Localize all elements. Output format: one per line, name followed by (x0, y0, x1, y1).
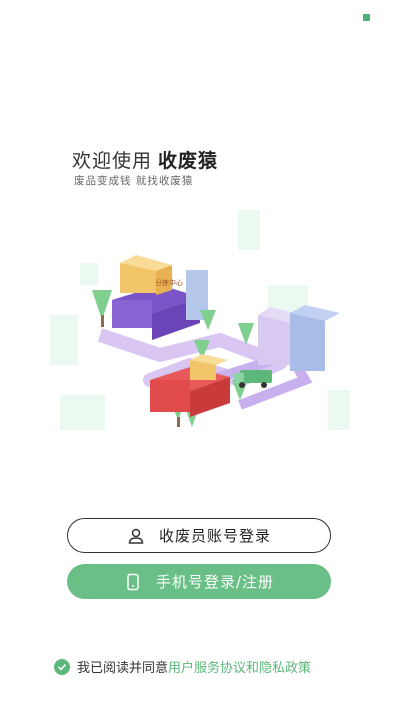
user-icon (127, 527, 145, 545)
agreement-row: 我已阅读并同意 用户服务协议和隐私政策 (54, 657, 311, 676)
agreement-checkbox[interactable] (54, 658, 70, 675)
status-indicator (363, 14, 370, 21)
slogan: 废品变成钱 就找收废猿 (74, 175, 194, 187)
phone-login-button[interactable]: 手机号登录/注册 (67, 564, 331, 599)
agreement-prefix: 我已阅读并同意 (77, 661, 169, 676)
agreement-link[interactable]: 用户服务协议和隐私政策 (168, 657, 311, 676)
phone-login-label: 手机号登录/注册 (155, 573, 275, 591)
sorting-center-sign: 分拣中心 (155, 278, 183, 287)
welcome-title: 欢迎使用 收废猿 (72, 146, 218, 173)
welcome-prefix: 欢迎使用 (72, 150, 153, 172)
brand-name: 收废猿 (158, 150, 219, 172)
account-login-label: 收废员账号登录 (158, 527, 271, 545)
check-icon (57, 663, 67, 671)
phone-icon (124, 573, 142, 591)
account-login-button[interactable]: 收废员账号登录 (67, 518, 331, 553)
recycling-city-illustration: 分拣中心 (50, 210, 350, 430)
